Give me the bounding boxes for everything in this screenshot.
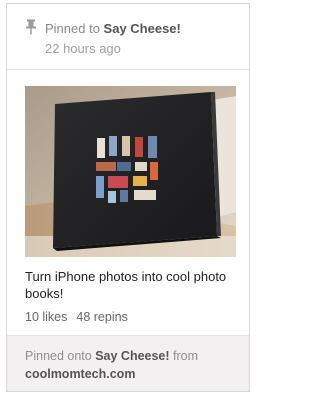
pinned-onto-line: Pinned onto Say Cheese! from: [25, 349, 198, 363]
pinned-to-label: Pinned to: [45, 21, 104, 36]
repins-count[interactable]: 48 repins: [76, 310, 127, 324]
footer-board-link[interactable]: Say Cheese!: [95, 349, 169, 363]
timestamp: 22 hours ago: [45, 41, 121, 56]
from-label: from: [169, 349, 199, 363]
pin-description: Turn iPhone photos into cool photo books…: [25, 269, 227, 301]
board-link[interactable]: Say Cheese!: [104, 21, 181, 36]
pin-stats: 10 likes 48 repins: [25, 310, 128, 324]
source-link[interactable]: coolmomtech.com: [25, 367, 135, 381]
pin-footer: Pinned onto Say Cheese! from coolmomtech…: [7, 335, 249, 391]
pinned-onto-label: Pinned onto: [25, 349, 96, 363]
pinned-to-line: Pinned to Say Cheese!: [45, 21, 181, 36]
pin-card: Pinned to Say Cheese! 22 hours ago Turn …: [6, 3, 250, 392]
likes-count[interactable]: 10 likes: [25, 310, 67, 324]
pin-header: Pinned to Say Cheese! 22 hours ago: [7, 4, 249, 70]
pushpin-icon: [26, 19, 36, 35]
photo-book-image[interactable]: [25, 86, 236, 257]
